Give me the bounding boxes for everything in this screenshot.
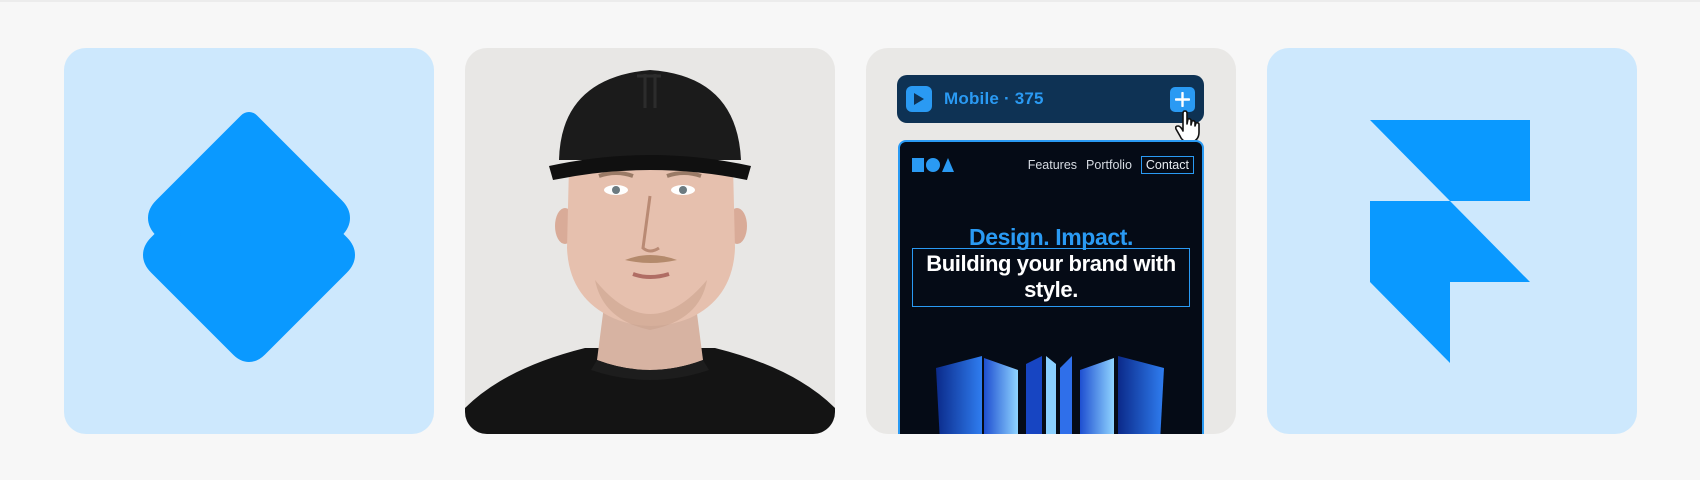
person-portrait-photo bbox=[465, 70, 835, 434]
mobile-site-frame[interactable]: Features Portfolio Contact Design. Impac… bbox=[898, 140, 1204, 434]
stacked-diamond-logo-icon bbox=[143, 112, 355, 362]
play-icon bbox=[914, 93, 924, 105]
brand-mark-card bbox=[64, 48, 434, 434]
plus-icon bbox=[1175, 91, 1190, 107]
breakpoint-label: Mobile · 375 bbox=[944, 89, 1044, 108]
top-divider bbox=[0, 0, 1700, 2]
breakpoint-bar[interactable]: Mobile · 375 bbox=[897, 75, 1204, 123]
add-breakpoint-button[interactable] bbox=[1170, 86, 1195, 112]
preview-play-button[interactable] bbox=[906, 86, 932, 112]
site-nav: Features Portfolio Contact bbox=[1028, 156, 1194, 174]
site-tagline: Design. Impact. bbox=[969, 224, 1133, 250]
framer-mark-card bbox=[1267, 48, 1637, 434]
nav-link-contact[interactable]: Contact bbox=[1140, 156, 1194, 174]
hero-graphic bbox=[936, 356, 1164, 434]
site-headline-text: Building your brand with style. bbox=[926, 251, 1176, 302]
nav-link-portfolio[interactable]: Portfolio bbox=[1086, 158, 1132, 172]
hand-pointer-icon bbox=[1174, 110, 1200, 143]
moa-logo-icon bbox=[912, 158, 954, 172]
framer-logo-icon bbox=[1370, 120, 1530, 363]
portrait-card bbox=[465, 48, 835, 434]
site-headline[interactable]: Building your brand with style. bbox=[912, 248, 1190, 307]
builder-preview-card: Mobile · 375 Features Portfolio Contact … bbox=[866, 48, 1236, 434]
nav-link-features[interactable]: Features bbox=[1028, 158, 1077, 172]
